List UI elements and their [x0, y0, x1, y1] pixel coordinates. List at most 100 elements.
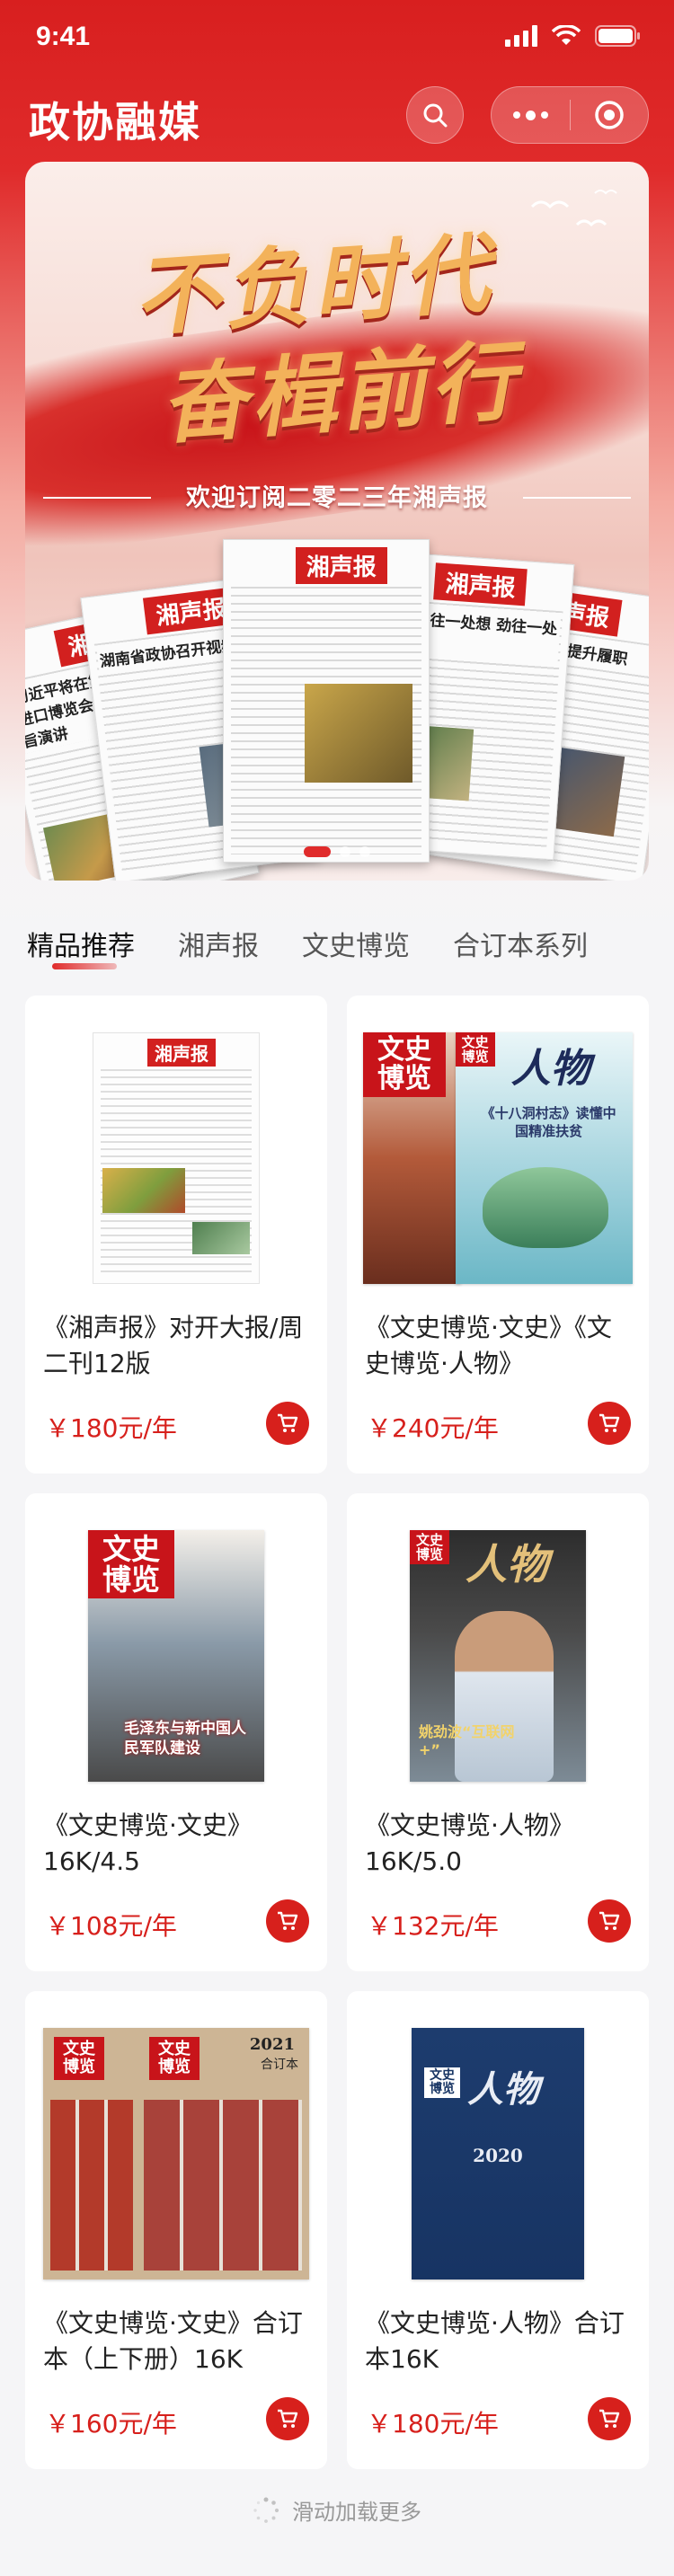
- wenshi-cover-image: 文史博览: [363, 1032, 461, 1284]
- renwu-cover-image: 文史博览 人物 姚劲波“互联网+”: [410, 1530, 586, 1782]
- cart-icon: [278, 1413, 298, 1432]
- cover-logo: 文史博览: [410, 1530, 449, 1564]
- search-icon: [423, 103, 448, 128]
- cart-icon: [599, 1413, 620, 1432]
- product-price: ￥108元/年: [45, 1911, 177, 1941]
- product-price: ￥180元/年: [45, 1413, 177, 1443]
- promo-banner[interactable]: 不负时代 奋楫前行 欢迎订阅二零二三年湘声报 湘声报 习近平将在第五届中国国际进…: [25, 162, 649, 881]
- tab-wenshibolan[interactable]: 文史博览: [302, 924, 410, 963]
- cover-caption: 姚劲波“互联网+”: [419, 1723, 515, 1758]
- bound-volume-cover-image: 文史博览 文史博览 2021 合订本: [43, 2028, 309, 2279]
- product-cover[interactable]: 文史博览 文史博览 2021 合订本: [41, 2023, 311, 2284]
- product-cover[interactable]: 文史博览 人物 2020: [363, 2023, 633, 2284]
- product-title: 《文史博览·人物》16K/5.0: [365, 1810, 574, 1876]
- banner-subtitle: 欢迎订阅二零二三年湘声报: [186, 484, 488, 512]
- product-price: ￥132元/年: [367, 1911, 499, 1941]
- tab-featured[interactable]: 精品推荐: [27, 924, 135, 963]
- cover-subtitle: 合订本: [261, 2058, 298, 2072]
- pagination-dot[interactable]: [359, 846, 370, 857]
- cover-logo: 文史博览: [54, 2037, 104, 2080]
- app-title: 政协融媒: [29, 98, 201, 146]
- product-title: 《文史博览·文史》合订本（上下册）16K: [43, 2308, 303, 2374]
- load-more-indicator: 滑动加载更多: [0, 2494, 674, 2526]
- tab-active-indicator: [52, 963, 117, 969]
- wifi-icon: [552, 25, 581, 45]
- more-dot-icon: [513, 111, 520, 119]
- product-card[interactable]: 文史博览 人物 姚劲波“互联网+” 《文史博览·人物》16K/5.0 ￥132元…: [347, 1493, 649, 1971]
- add-to-cart-button[interactable]: [588, 1899, 631, 1943]
- cover-renwu-title: 人物: [510, 1046, 590, 1092]
- bound-volume-cover-image: 文史博览 人物 2020: [412, 2028, 584, 2279]
- tab-xiangshengbao[interactable]: 湘声报: [178, 924, 259, 963]
- doves-graphic: [530, 190, 617, 227]
- pagination-dot[interactable]: [340, 846, 350, 857]
- product-price: ￥240元/年: [367, 1413, 499, 1443]
- product-title: 《文史博览·人物》合订本16K: [365, 2308, 625, 2374]
- signal-icon: [505, 25, 537, 47]
- cover-photo: [102, 1168, 185, 1213]
- cover-logo: 文史博览: [424, 2067, 460, 2098]
- product-card[interactable]: 文史博览 人物 2020 《文史博览·人物》合订本16K ￥180元/年: [347, 1991, 649, 2469]
- close-miniprogram-button[interactable]: [571, 86, 648, 144]
- add-to-cart-button[interactable]: [588, 2397, 631, 2440]
- newspaper-photo: [305, 684, 412, 783]
- renwu-cover-image: 文史博览 人物 《十八洞村志》读懂中国精准扶贫: [455, 1032, 633, 1284]
- add-to-cart-button[interactable]: [266, 1899, 309, 1943]
- newspaper-masthead: 湘声报: [295, 547, 387, 584]
- cart-icon: [278, 1911, 298, 1930]
- target-close-icon: [595, 101, 624, 129]
- newspaper-image: 湘声报: [223, 539, 430, 863]
- cart-icon: [278, 2409, 298, 2428]
- product-cover[interactable]: 文史博览 毛泽东与新中国人民军队建设: [41, 1526, 311, 1786]
- cover-logo: 文史博览: [88, 1530, 174, 1598]
- more-menu-button[interactable]: [492, 86, 570, 144]
- product-card[interactable]: 文史博览 毛泽东与新中国人民军队建设 《文史博览·文史》16K/4.5 ￥108…: [25, 1493, 327, 1971]
- tab-bound-series[interactable]: 合订本系列: [453, 924, 588, 963]
- status-time: 9:41: [36, 22, 91, 51]
- cover-caption: 毛泽东与新中国人民军队建设: [124, 1720, 246, 1757]
- cover-year: 2021: [249, 2035, 295, 2054]
- cover-masthead: 湘声报: [147, 1039, 216, 1067]
- product-price: ￥180元/年: [367, 2409, 499, 2439]
- cover-logo: 文史博览: [149, 2037, 200, 2080]
- cover-logo: 文史博览: [363, 1032, 446, 1097]
- cover-thumbnail-grid: [144, 2100, 302, 2271]
- cover-thumbnail-grid: [50, 2100, 133, 2271]
- add-to-cart-button[interactable]: [266, 2397, 309, 2440]
- product-price: ￥160元/年: [45, 2409, 177, 2439]
- more-dot-icon: [541, 111, 548, 119]
- product-title: 《文史博览·文史》16K/4.5: [43, 1810, 253, 1876]
- more-dot-icon: [526, 110, 536, 120]
- product-cover[interactable]: 湘声报: [41, 1028, 311, 1288]
- cover-caption: 《十八洞村志》读懂中国精准扶贫: [481, 1105, 616, 1139]
- cover-illustration: [482, 1167, 608, 1248]
- cart-icon: [599, 2409, 620, 2428]
- banner-pagination: [25, 846, 649, 857]
- cover-renwu-title: 人物: [467, 2068, 539, 2111]
- pagination-dot-active[interactable]: [304, 846, 331, 857]
- status-icons: [505, 25, 642, 47]
- cover-logo: 文史博览: [455, 1032, 495, 1067]
- product-title: 《湘声报》对开大报/周二刊12版: [43, 1313, 304, 1378]
- cover-year: 2020: [473, 2145, 523, 2166]
- add-to-cart-button[interactable]: [266, 1402, 309, 1445]
- product-card[interactable]: 文史博览 文史博览 2021 合订本 《文史博览·文史》合订本（上下册）16K …: [25, 1991, 327, 2469]
- loading-spinner-icon: [253, 2497, 279, 2523]
- add-to-cart-button[interactable]: [588, 1402, 631, 1445]
- newspaper-cover-image: 湘声报: [93, 1032, 260, 1284]
- product-card[interactable]: 文史博览 文史博览 人物 《十八洞村志》读懂中国精准扶贫 《文史博览·文史》《文…: [347, 996, 649, 1474]
- category-tabs: 精品推荐 湘声报 文史博览 合订本系列: [0, 916, 674, 970]
- search-button[interactable]: [406, 86, 464, 144]
- cover-renwu-title: 人物: [466, 1540, 548, 1589]
- load-more-text: 滑动加载更多: [292, 2500, 421, 2525]
- battery-icon: [595, 25, 640, 47]
- wenshi-cover-image: 文史博览 毛泽东与新中国人民军队建设: [88, 1530, 264, 1782]
- cover-photo: [192, 1222, 250, 1254]
- product-card[interactable]: 湘声报 《湘声报》对开大报/周二刊12版 ￥180元/年: [25, 996, 327, 1474]
- cart-icon: [599, 1911, 620, 1930]
- miniprogram-capsule: [491, 86, 649, 144]
- status-bar: 9:41: [0, 0, 674, 77]
- product-title: 《文史博览·文史》《文史博览·人物》: [365, 1313, 612, 1378]
- product-cover[interactable]: 文史博览 人物 姚劲波“互联网+”: [363, 1526, 633, 1786]
- product-cover[interactable]: 文史博览 文史博览 人物 《十八洞村志》读懂中国精准扶贫: [363, 1028, 633, 1288]
